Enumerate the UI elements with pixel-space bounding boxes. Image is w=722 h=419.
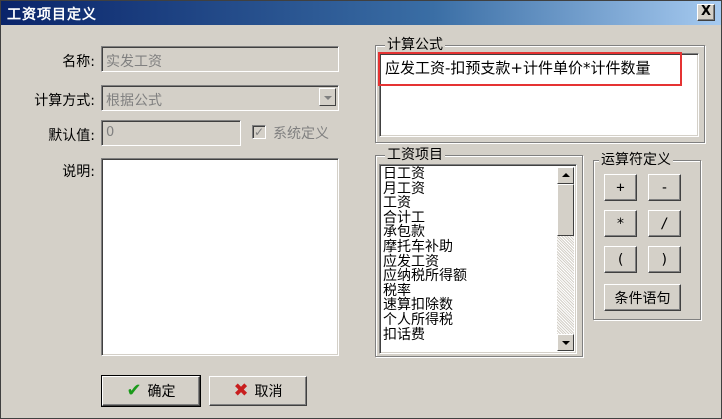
list-item[interactable]: 摩托车补助 — [383, 240, 467, 255]
ok-button-label: 确定 — [147, 384, 176, 400]
method-select-value: 根据公式 — [106, 93, 162, 109]
list-item[interactable]: 税率 — [383, 284, 467, 299]
minus-button[interactable]: - — [648, 174, 681, 201]
scroll-thumb[interactable] — [557, 184, 574, 236]
items-list[interactable]: 日工资 月工资 工资 合计工 承包款 摩托车补助 应发工资 应纳税所得额 税率 … — [379, 164, 577, 354]
scroll-down-icon[interactable] — [557, 334, 574, 351]
formula-textarea[interactable]: 应发工资-扣预支款+计件单价*计件数量 — [379, 53, 699, 137]
items-group-title: 工资项目 — [385, 147, 445, 163]
title-bar: 工资项目定义 X — [1, 1, 721, 25]
name-input[interactable]: 实发工资 — [101, 46, 339, 72]
method-select[interactable]: 根据公式 — [101, 85, 339, 111]
right-paren-button[interactable]: ) — [648, 246, 681, 273]
list-item[interactable]: 工资 — [383, 196, 467, 211]
window-title: 工资项目定义 — [7, 7, 97, 23]
list-item[interactable]: 合计工 — [383, 211, 467, 226]
description-label: 说明: — [62, 164, 95, 180]
close-icon: X — [700, 4, 712, 19]
left-paren-button[interactable]: ( — [604, 246, 637, 273]
list-item[interactable]: 日工资 — [383, 167, 467, 182]
check-mark-icon: ✓ — [253, 125, 265, 139]
default-label: 默认值: — [48, 128, 95, 144]
cancel-button[interactable]: ✖ 取消 — [209, 376, 307, 406]
cross-icon: ✖ — [233, 380, 249, 401]
name-label: 名称: — [62, 54, 95, 70]
method-label: 计算方式: — [34, 93, 95, 109]
items-scrollbar[interactable] — [557, 167, 574, 351]
plus-button[interactable]: + — [604, 174, 637, 201]
list-item[interactable]: 应纳税所得额 — [383, 269, 467, 284]
multiply-button[interactable]: * — [604, 210, 637, 237]
default-input[interactable]: 0 — [101, 120, 241, 146]
condition-statement-button[interactable]: 条件语句 — [604, 284, 681, 311]
system-defined-label: 系统定义 — [273, 126, 329, 142]
dialog-window: 工资项目定义 X 名称: 实发工资 计算方式: 根据公式 默认值: 0 ✓ 系统… — [0, 0, 722, 419]
list-item[interactable]: 个人所得税 — [383, 313, 467, 328]
ok-button[interactable]: ✔ 确定 — [101, 375, 201, 407]
list-item[interactable]: 承包款 — [383, 225, 467, 240]
scroll-up-icon[interactable] — [557, 167, 574, 184]
close-button[interactable]: X — [697, 4, 715, 21]
divide-button[interactable]: / — [648, 210, 681, 237]
list-item[interactable]: 扣话费 — [383, 327, 467, 343]
list-item[interactable]: 应发工资 — [383, 254, 467, 270]
list-item[interactable]: 速算扣除数 — [383, 298, 467, 313]
cancel-button-label: 取消 — [254, 384, 283, 400]
chevron-down-icon[interactable] — [319, 88, 336, 106]
items-list-content: 日工资 月工资 工资 合计工 承包款 摩托车补助 应发工资 应纳税所得额 税率 … — [383, 167, 467, 342]
list-item[interactable]: 月工资 — [383, 181, 467, 197]
system-defined-checkbox[interactable]: ✓ — [252, 125, 266, 139]
formula-text: 应发工资-扣预支款+计件单价*计件数量 — [385, 59, 651, 77]
operators-group-title: 运算符定义 — [599, 152, 673, 168]
formula-group-title: 计算公式 — [385, 37, 445, 53]
check-icon: ✔ — [126, 380, 142, 401]
description-textarea[interactable] — [101, 158, 339, 356]
